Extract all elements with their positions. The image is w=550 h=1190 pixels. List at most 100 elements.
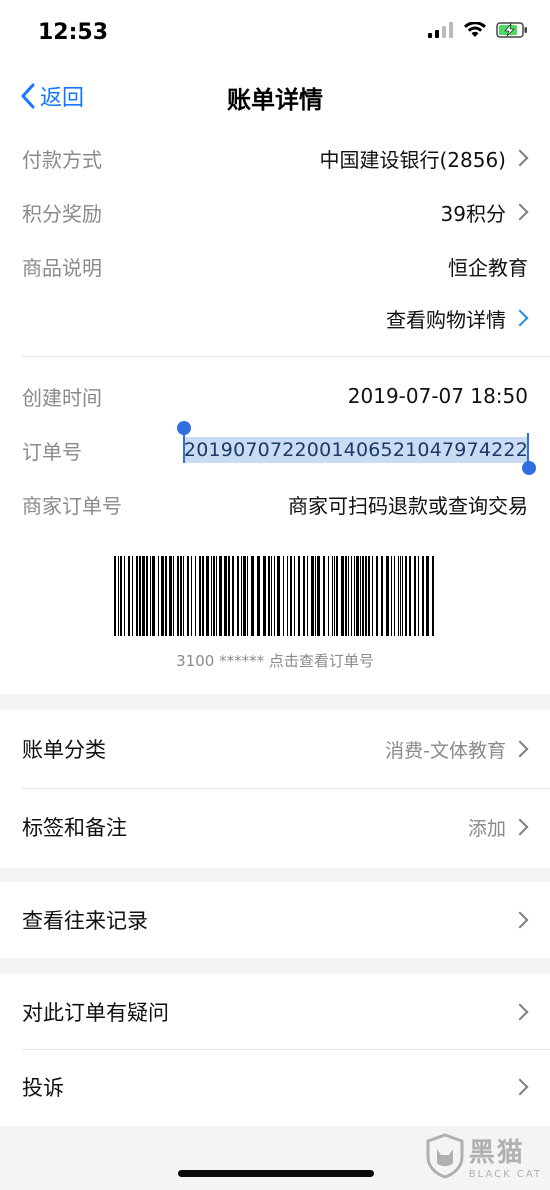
barcode-bar [294, 556, 295, 636]
barcode-bar [394, 556, 395, 636]
watermark-logo: 黑猫 BLACK CAT [425, 1132, 542, 1180]
barcode-bar [426, 556, 429, 636]
barcode-bar [132, 556, 133, 636]
product-desc-row: 商品说明 恒企教育 [22, 246, 528, 286]
barcode-bar [354, 556, 355, 636]
created-time-row: 创建时间 2019-07-07 18:50 [22, 376, 528, 416]
history-row[interactable]: 查看往来记录 [22, 901, 529, 939]
barcode-bar [158, 556, 159, 636]
shopping-detail-link[interactable]: 查看购物详情 [386, 304, 529, 333]
barcode-bar [142, 556, 145, 636]
barcode-bar [307, 556, 308, 636]
merchant-order-row: 商家订单号 商家可扫码退款或查询交易 [22, 484, 528, 524]
barcode-bar [328, 556, 329, 636]
order-question-label: 对此订单有疑问 [22, 1001, 169, 1025]
barcode-bar [173, 556, 174, 636]
barcode-bar [124, 556, 125, 636]
barcode-bar [120, 556, 122, 636]
barcode-bar [237, 556, 239, 636]
barcode-bar [360, 556, 361, 636]
chevron-right-icon [511, 1003, 529, 1021]
points-reward-value: 39积分 [440, 201, 506, 226]
barcode-bar [277, 556, 280, 636]
payment-method-row[interactable]: 付款方式 中国建设银行(2856) [22, 138, 529, 178]
bill-category-label: 账单分类 [22, 738, 106, 762]
barcode-bar [365, 556, 367, 636]
barcode-bar [251, 556, 254, 636]
barcode-bar [341, 556, 344, 636]
barcode-bar [263, 556, 266, 636]
order-number-selected-text[interactable]: 20190707220014065210479742​22 [183, 437, 528, 463]
tags-notes-label: 标签和备注 [22, 816, 127, 840]
page-title: 账单详情 [227, 86, 323, 114]
barcode-bar [376, 556, 378, 636]
barcode-bar [180, 556, 182, 636]
barcode-bar [169, 556, 172, 636]
barcode-image[interactable] [114, 556, 438, 636]
bill-category-row[interactable]: 账单分类 消费-文体教育 [22, 730, 529, 768]
merchant-order-value: 商家可扫码退款或查询交易 [288, 493, 528, 518]
barcode-bar [362, 556, 364, 636]
barcode-bar [199, 556, 201, 636]
barcode-bar [323, 556, 325, 636]
barcode-bar [257, 556, 260, 636]
shopping-detail-row: 查看购物详情 [22, 298, 529, 338]
barcode-bar [228, 556, 230, 636]
row-divider [22, 788, 550, 789]
barcode-bar [418, 556, 419, 636]
barcode-bar [422, 556, 424, 636]
chevron-right-icon [511, 203, 529, 221]
chevron-right-icon [511, 149, 529, 167]
bill-category-value: 消费-文体教育 [385, 739, 506, 762]
barcode-bar [386, 556, 389, 636]
category-card: 账单分类 消费-文体教育 标签和备注 添加 [0, 710, 550, 868]
barcode-bar [348, 556, 349, 636]
history-card: 查看往来记录 [0, 882, 550, 958]
barcode-bar [114, 556, 116, 636]
barcode-bar [303, 556, 305, 636]
tags-notes-row[interactable]: 标签和备注 添加 [22, 808, 529, 846]
barcode-bar [187, 556, 189, 636]
barcode-bar [271, 556, 272, 636]
barcode-bar [139, 556, 141, 636]
barcode-bar [432, 556, 434, 636]
barcode-bar [213, 556, 215, 636]
barcode-bar [290, 556, 292, 636]
barcode-bar [398, 556, 399, 636]
bill-info-section: 付款方式 中国建设银行(2856) 积分奖励 39积分 商品说明 恒企教育 查看… [0, 128, 550, 694]
barcode-bar [351, 556, 352, 636]
barcode-bar [128, 556, 130, 636]
chevron-right-icon [511, 740, 529, 758]
barcode-bar [136, 556, 138, 636]
tags-notes-value: 添加 [467, 817, 506, 840]
cat-shield-icon [426, 1133, 464, 1179]
barcode-bar [165, 556, 167, 636]
chevron-right-icon [511, 818, 529, 836]
order-number-label: 订单号 [22, 439, 82, 464]
chevron-right-icon [511, 911, 529, 929]
barcode-bar [274, 556, 275, 636]
barcode-bar [368, 556, 370, 636]
barcode-bar [414, 556, 416, 636]
nav-bar: 返回 账单详情 [0, 68, 550, 128]
barcode-caption[interactable]: 3100 ****** 点击查看订单号 [0, 650, 550, 671]
barcode-bar [334, 556, 335, 636]
selection-end-handle[interactable] [522, 461, 536, 475]
complaint-row[interactable]: 投诉 [22, 1068, 529, 1106]
shopping-detail-label: 查看购物详情 [386, 307, 506, 332]
barcode-bar [409, 556, 411, 636]
barcode-bar [247, 556, 248, 636]
barcode-bar [150, 556, 151, 636]
barcode-bar [311, 556, 314, 636]
points-reward-row[interactable]: 积分奖励 39积分 [22, 192, 529, 232]
home-indicator[interactable] [178, 1170, 374, 1177]
order-question-row[interactable]: 对此订单有疑问 [22, 993, 529, 1031]
signal-icon [428, 22, 453, 38]
barcode-bar [317, 556, 320, 636]
barcode-bar [298, 556, 300, 636]
barcode-bar [336, 556, 338, 636]
complaint-label: 投诉 [22, 1076, 64, 1100]
barcode-bar [268, 556, 270, 636]
created-time-value: 2019-07-07 18:50 [347, 384, 528, 408]
barcode-bar [152, 556, 155, 636]
